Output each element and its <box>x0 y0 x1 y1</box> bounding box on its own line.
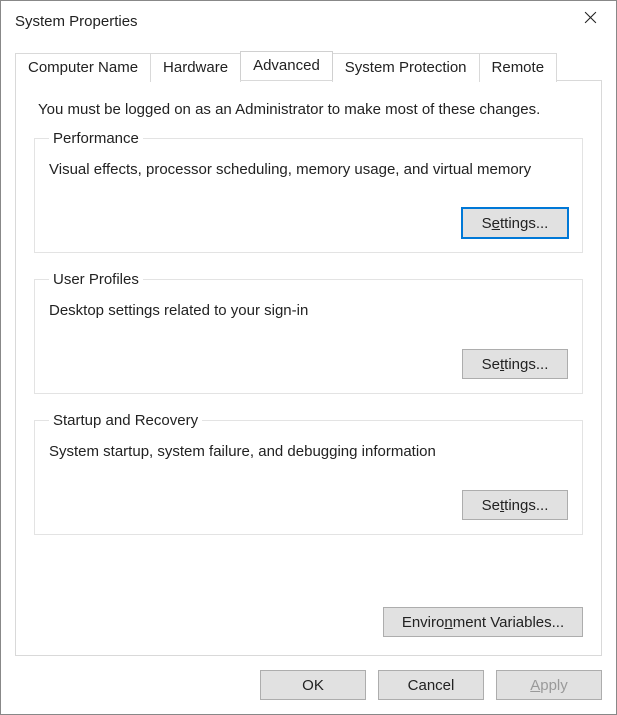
ok-button[interactable]: OK <box>260 670 366 700</box>
user-profiles-legend: User Profiles <box>49 271 143 288</box>
btn-text-pre: Se <box>482 356 500 373</box>
btn-text-pre: Se <box>482 497 500 514</box>
user-profiles-settings-button[interactable]: Settings... <box>462 349 568 379</box>
btn-text-post: pply <box>540 677 568 694</box>
startup-recovery-settings-button[interactable]: Settings... <box>462 490 568 520</box>
system-properties-window: System Properties Computer Name Hardware… <box>0 0 617 715</box>
performance-group: Performance Visual effects, processor sc… <box>34 130 583 253</box>
environment-variables-button[interactable]: Environment Variables... <box>383 607 583 637</box>
performance-legend: Performance <box>49 130 143 147</box>
user-profiles-group: User Profiles Desktop settings related t… <box>34 271 583 394</box>
btn-text-post: ment Variables... <box>453 614 564 631</box>
performance-desc: Visual effects, processor scheduling, me… <box>49 161 568 178</box>
startup-recovery-legend: Startup and Recovery <box>49 412 202 429</box>
env-var-row: Environment Variables... <box>34 607 583 637</box>
btn-text-post: ttings... <box>500 215 548 232</box>
performance-settings-button[interactable]: Settings... <box>462 208 568 238</box>
btn-text-pre: Enviro <box>402 614 445 631</box>
btn-text-post: tings... <box>504 356 548 373</box>
tab-advanced[interactable]: Advanced <box>240 51 333 80</box>
tab-system-protection[interactable]: System Protection <box>332 53 480 82</box>
btn-text-post: tings... <box>504 497 548 514</box>
startup-recovery-desc: System startup, system failure, and debu… <box>49 443 568 460</box>
tab-computer-name[interactable]: Computer Name <box>15 53 151 82</box>
startup-recovery-group: Startup and Recovery System startup, sys… <box>34 412 583 535</box>
titlebar: System Properties <box>1 1 616 41</box>
btn-text-pre: S <box>482 215 492 232</box>
apply-button: Apply <box>496 670 602 700</box>
window-title: System Properties <box>15 13 138 30</box>
dialog-buttons: OK Cancel Apply <box>1 656 616 714</box>
user-profiles-desc: Desktop settings related to your sign-in <box>49 302 568 319</box>
admin-note: You must be logged on as an Administrato… <box>38 101 583 118</box>
btn-text-u: e <box>492 215 500 232</box>
tab-hardware[interactable]: Hardware <box>150 53 241 82</box>
close-button[interactable] <box>572 1 608 33</box>
tab-remote[interactable]: Remote <box>479 53 558 82</box>
btn-text-u: A <box>530 677 540 694</box>
tab-area: Computer Name Hardware Advanced System P… <box>1 41 616 656</box>
btn-text-u: n <box>444 614 452 631</box>
advanced-panel: You must be logged on as an Administrato… <box>15 80 602 656</box>
close-icon <box>584 11 597 24</box>
cancel-button[interactable]: Cancel <box>378 670 484 700</box>
tab-row: Computer Name Hardware Advanced System P… <box>15 51 602 80</box>
